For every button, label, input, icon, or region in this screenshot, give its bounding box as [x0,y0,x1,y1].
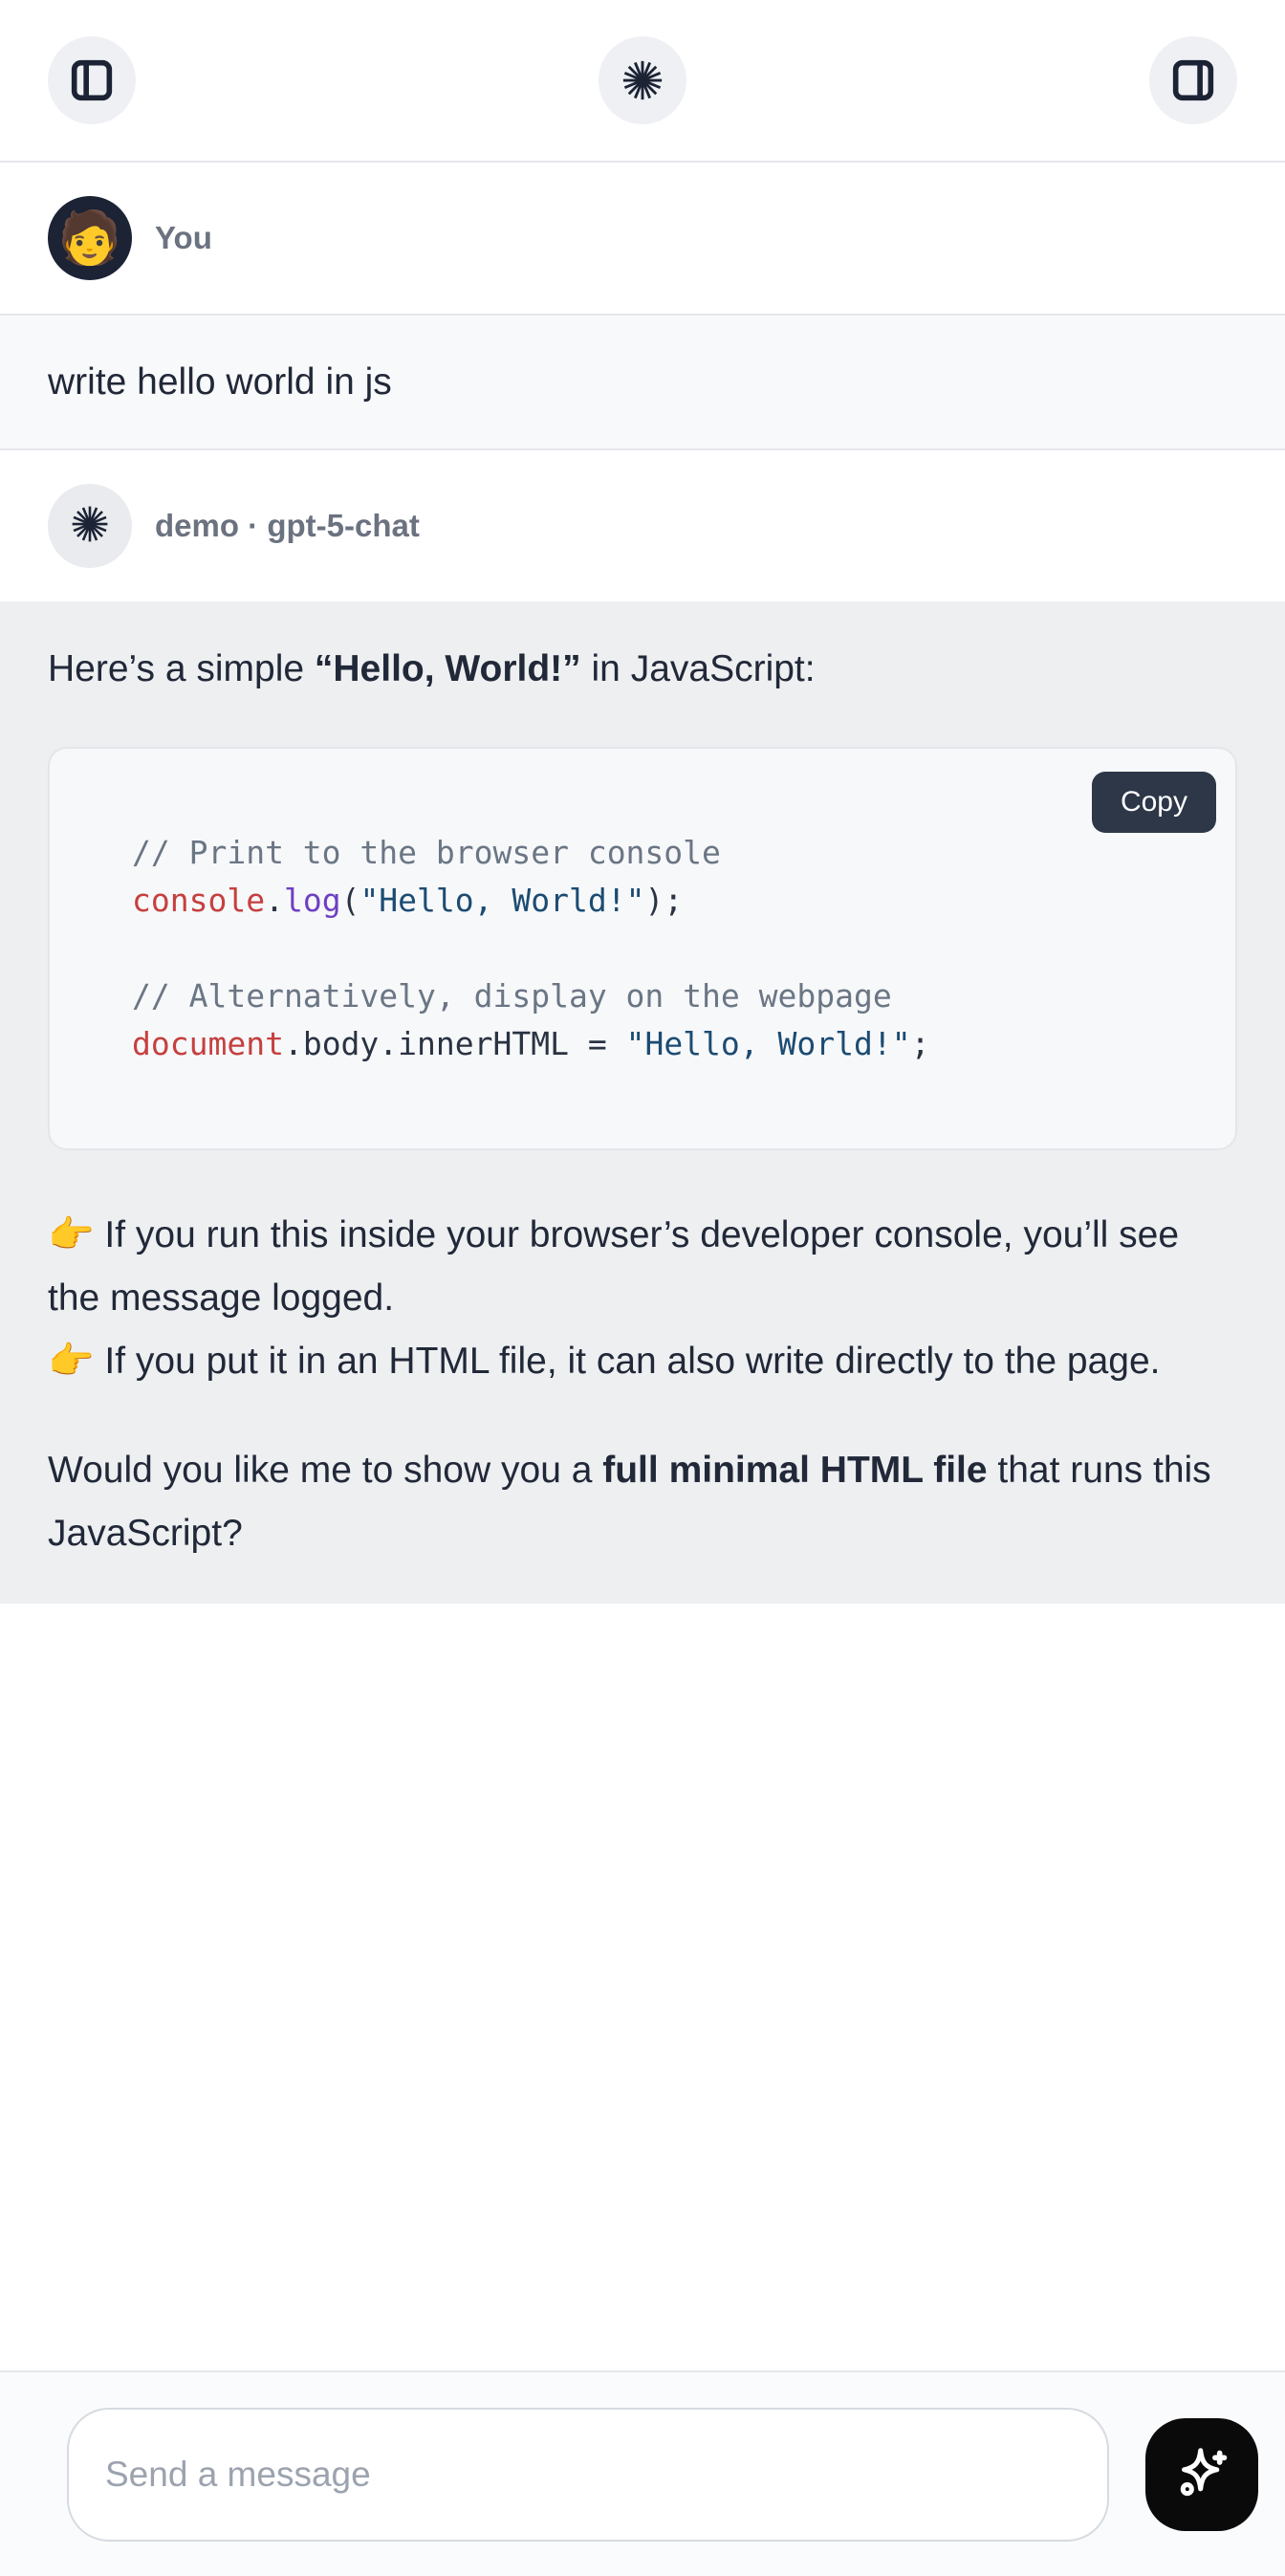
code-content: // Print to the browser consoleconsole.l… [132,829,1189,1068]
right-panel-toggle-button[interactable] [1149,36,1237,124]
chat-area: 🧑 You write hello world in js [0,163,1285,2370]
assistant-message-header: demo · gpt-5-chat [0,450,1285,601]
user-sender-label: You [155,220,212,256]
copy-button[interactable]: Copy [1092,772,1216,833]
user-avatar: 🧑 [48,196,132,280]
assistant-avatar [48,484,132,568]
topbar [0,0,1285,163]
assistant-sender-label: demo · gpt-5-chat [155,508,420,544]
sidebar-toggle-button[interactable] [48,36,136,124]
panel-left-icon [68,56,116,104]
starburst-icon [621,58,664,102]
user-message-header: 🧑 You [0,163,1285,314]
intro-paragraph: Here’s a simple “Hello, World!” in JavaS… [48,638,1237,701]
sparkle-icon [1171,2442,1232,2506]
user-avatar-emoji: 🧑 [57,212,121,264]
chat-app: 🧑 You write hello world in js [0,0,1285,2576]
panel-right-icon [1169,56,1217,104]
message-input[interactable] [67,2408,1109,2542]
user-message-text: write hello world in js [48,361,392,404]
code-block: Copy // Print to the browser consolecons… [48,747,1237,1150]
user-message-bubble: write hello world in js [0,314,1285,450]
followup-paragraph: Would you like me to show you a full min… [48,1439,1237,1565]
tips-paragraph: 👉 If you run this inside your browser’s … [48,1204,1237,1393]
send-button[interactable] [1145,2418,1258,2531]
chat-empty-space [0,1604,1285,2370]
composer [0,2370,1285,2576]
assistant-message-body: Here’s a simple “Hello, World!” in JavaS… [0,601,1285,1604]
brand-button[interactable] [599,36,686,124]
starburst-icon [70,504,110,549]
